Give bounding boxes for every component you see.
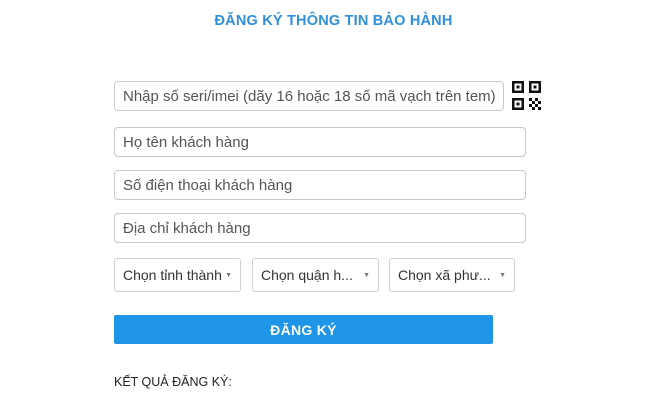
customer-address-input[interactable] bbox=[114, 213, 526, 243]
district-select[interactable]: Chọn quận h... ▼ bbox=[252, 258, 379, 292]
caret-down-icon: ▼ bbox=[225, 271, 232, 279]
registration-result-label: KẾT QUẢ ĐĂNG KÝ: bbox=[114, 375, 232, 389]
ward-select-label: Chọn xã phư... bbox=[398, 267, 491, 283]
ward-select[interactable]: Chọn xã phư... ▼ bbox=[389, 258, 515, 292]
caret-down-icon: ▼ bbox=[363, 271, 370, 279]
customer-phone-input[interactable] bbox=[114, 170, 526, 200]
province-select[interactable]: Chọn tỉnh thành ▼ bbox=[114, 258, 241, 292]
customer-name-input[interactable] bbox=[114, 127, 526, 157]
page-title: ĐĂNG KÝ THÔNG TIN BẢO HÀNH bbox=[214, 13, 453, 29]
qr-scan-button[interactable] bbox=[511, 80, 542, 111]
qr-code-icon bbox=[511, 80, 542, 111]
province-select-label: Chọn tỉnh thành bbox=[123, 267, 222, 283]
caret-down-icon: ▼ bbox=[499, 271, 506, 279]
warranty-registration-page: ĐĂNG KÝ THÔNG TIN BẢO HÀNH Nhập số seri/… bbox=[0, 0, 667, 400]
serial-imei-input[interactable] bbox=[114, 81, 504, 111]
register-button[interactable]: ĐĂNG KÝ bbox=[114, 315, 493, 344]
district-select-label: Chọn quận h... bbox=[261, 267, 353, 283]
